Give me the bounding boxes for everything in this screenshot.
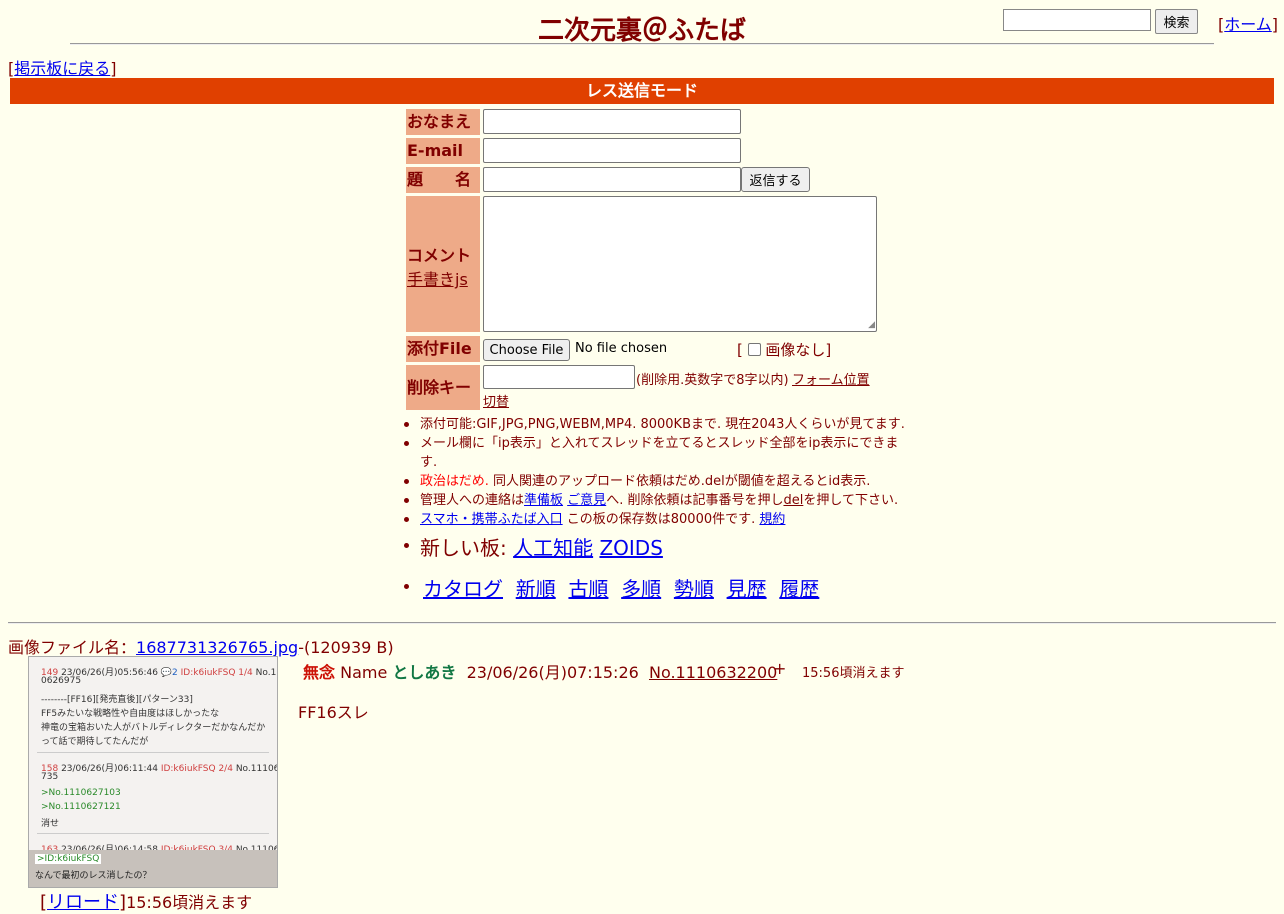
prep-board-link[interactable]: 準備板	[524, 493, 563, 508]
delete-key-hint: (削除用.英数字で8字以内)	[636, 373, 789, 388]
form-toggle-link-2[interactable]: 切替	[483, 391, 509, 410]
nav-momentum[interactable]: 勢順	[674, 577, 714, 601]
nav-post-history[interactable]: 履歴	[779, 577, 819, 601]
file-label: 添付File	[406, 336, 480, 362]
email-input[interactable]	[483, 138, 741, 163]
reload-line: [リロード]15:56頃消えます	[40, 892, 253, 913]
thread-thumbnail[interactable]: 149 23/06/26(月)05:56:46 💬2 ID:k6iukFSQ 1…	[28, 656, 278, 888]
resize-handle-icon[interactable]: ◢	[868, 320, 875, 330]
post-datetime: 23/06/26(月)07:15:26	[466, 663, 639, 682]
handwriting-js-link[interactable]: 手書きjs	[407, 266, 468, 290]
image-file-line: 画像ファイル名：1687731326765.jpg-(120939 B)	[8, 634, 394, 658]
post-header: 無念 Name としあき 23/06/26(月)07:15:26 No.1110…	[303, 659, 777, 683]
post-author: としあき	[392, 663, 457, 682]
no-image-label: 画像なし	[765, 341, 826, 359]
post-name-label: Name	[340, 663, 388, 682]
delete-key-input[interactable]	[483, 365, 635, 389]
nav-viewed-history[interactable]: 見歴	[727, 577, 767, 601]
comment-textarea[interactable]: ◢	[483, 196, 877, 332]
post-body: FF16スレ	[298, 703, 369, 722]
rule-3-text: 同人関連のアップロード依頼はだめ.delが閾値を超えるとid表示.	[493, 474, 871, 489]
rule-4-suffix: を押して下さい.	[803, 493, 899, 508]
image-file-label: 画像ファイル名：	[8, 638, 137, 657]
post-number-link[interactable]: No.1110632200	[649, 663, 777, 682]
rule-3: 政治はだめ. 同人関連のアップロード依頼はだめ.delが閾値を超えるとid表示.	[420, 472, 870, 491]
new-board-zoids-link[interactable]: ZOIDS	[599, 536, 662, 560]
header-divider	[70, 43, 1214, 45]
rule-4-mid: へ. 削除依頼は記事番号を押し	[606, 493, 784, 508]
name-label: おなまえ	[406, 109, 480, 135]
bullet	[404, 517, 409, 522]
nav-most[interactable]: 多順	[621, 577, 661, 601]
new-boards-label: 新しい板:	[420, 536, 507, 560]
subject-input[interactable]	[483, 167, 741, 192]
rule-1: 添付可能:GIF,JPG,PNG,WEBM,MP4. 8000KBまで. 現在2…	[420, 417, 905, 432]
catalog-nav: カタログ 新順 古順 多順 勢順 見歴 履歴	[423, 573, 819, 602]
no-image-option: [ 画像なし]	[737, 341, 832, 359]
file-status: No file chosen	[575, 341, 668, 356]
sodane-button[interactable]: +	[773, 659, 786, 678]
image-file-link[interactable]: 1687731326765.jpg	[136, 638, 298, 657]
choose-file-button[interactable]: Choose File	[483, 339, 570, 361]
name-input[interactable]	[483, 109, 741, 134]
new-board-ai-link[interactable]: 人工知能	[513, 536, 593, 560]
comment-label-cell: コメント 手書きjs	[406, 196, 480, 332]
search-button[interactable]: 検索	[1155, 9, 1198, 34]
rule-2: メール欄に「ip表示」と入れてスレッドを立てるとスレッド全部をip表示にできます…	[420, 436, 899, 470]
bullet	[404, 422, 409, 427]
search-input[interactable]	[1003, 9, 1151, 31]
mobile-entrance-link[interactable]: スマホ・携帯ふたば入口	[420, 512, 563, 527]
back-link-wrap: [掲示板に戻る]	[8, 59, 117, 78]
bullet	[404, 543, 409, 548]
rule-5-text: この板の保存数は80000件です.	[566, 512, 756, 527]
delete-key-label: 削除キー	[406, 365, 480, 410]
email-label: E-mail	[406, 138, 480, 164]
no-image-checkbox[interactable]	[747, 343, 761, 356]
nav-newest[interactable]: 新順	[516, 577, 556, 601]
terms-link[interactable]: 規約	[759, 512, 785, 527]
rule-5: スマホ・携帯ふたば入口 この板の保存数は80000件です. 規約	[420, 510, 785, 529]
comment-label: コメント	[407, 246, 472, 265]
post-expire: 15:56頃消えます	[802, 666, 905, 681]
subject-label: 題 名	[406, 167, 480, 193]
submit-reply-button[interactable]: 返信する	[741, 167, 810, 192]
back-to-board-link[interactable]: 掲示板に戻る	[14, 59, 110, 78]
image-file-size: -(120939 B)	[298, 638, 394, 657]
rule-3-warning: 政治はだめ.	[420, 474, 489, 489]
rule-4: 管理人への連絡は準備板 ご意見へ. 削除依頼は記事番号を押しdelを押して下さい…	[420, 491, 898, 510]
home-link-wrap: [ホーム]	[1218, 15, 1279, 34]
nav-oldest[interactable]: 古順	[568, 577, 608, 601]
nav-catalog[interactable]: カタログ	[423, 577, 503, 601]
bullet	[404, 441, 409, 446]
home-link[interactable]: ホーム	[1224, 15, 1272, 34]
feedback-link[interactable]: ご意見	[567, 493, 606, 508]
del-link[interactable]: del	[783, 493, 803, 508]
bullet	[404, 498, 409, 503]
new-boards: 新しい板: 人工知能 ZOIDS	[420, 532, 663, 561]
form-toggle-link-1[interactable]: フォーム位置	[792, 369, 870, 388]
rule-4-prefix: 管理人への連絡は	[420, 493, 525, 508]
bullet	[404, 479, 409, 484]
post-subject: 無念	[303, 663, 336, 682]
thread-divider	[8, 622, 1276, 624]
bullet	[404, 584, 409, 589]
reply-mode-bar: レス送信モード	[10, 78, 1274, 104]
